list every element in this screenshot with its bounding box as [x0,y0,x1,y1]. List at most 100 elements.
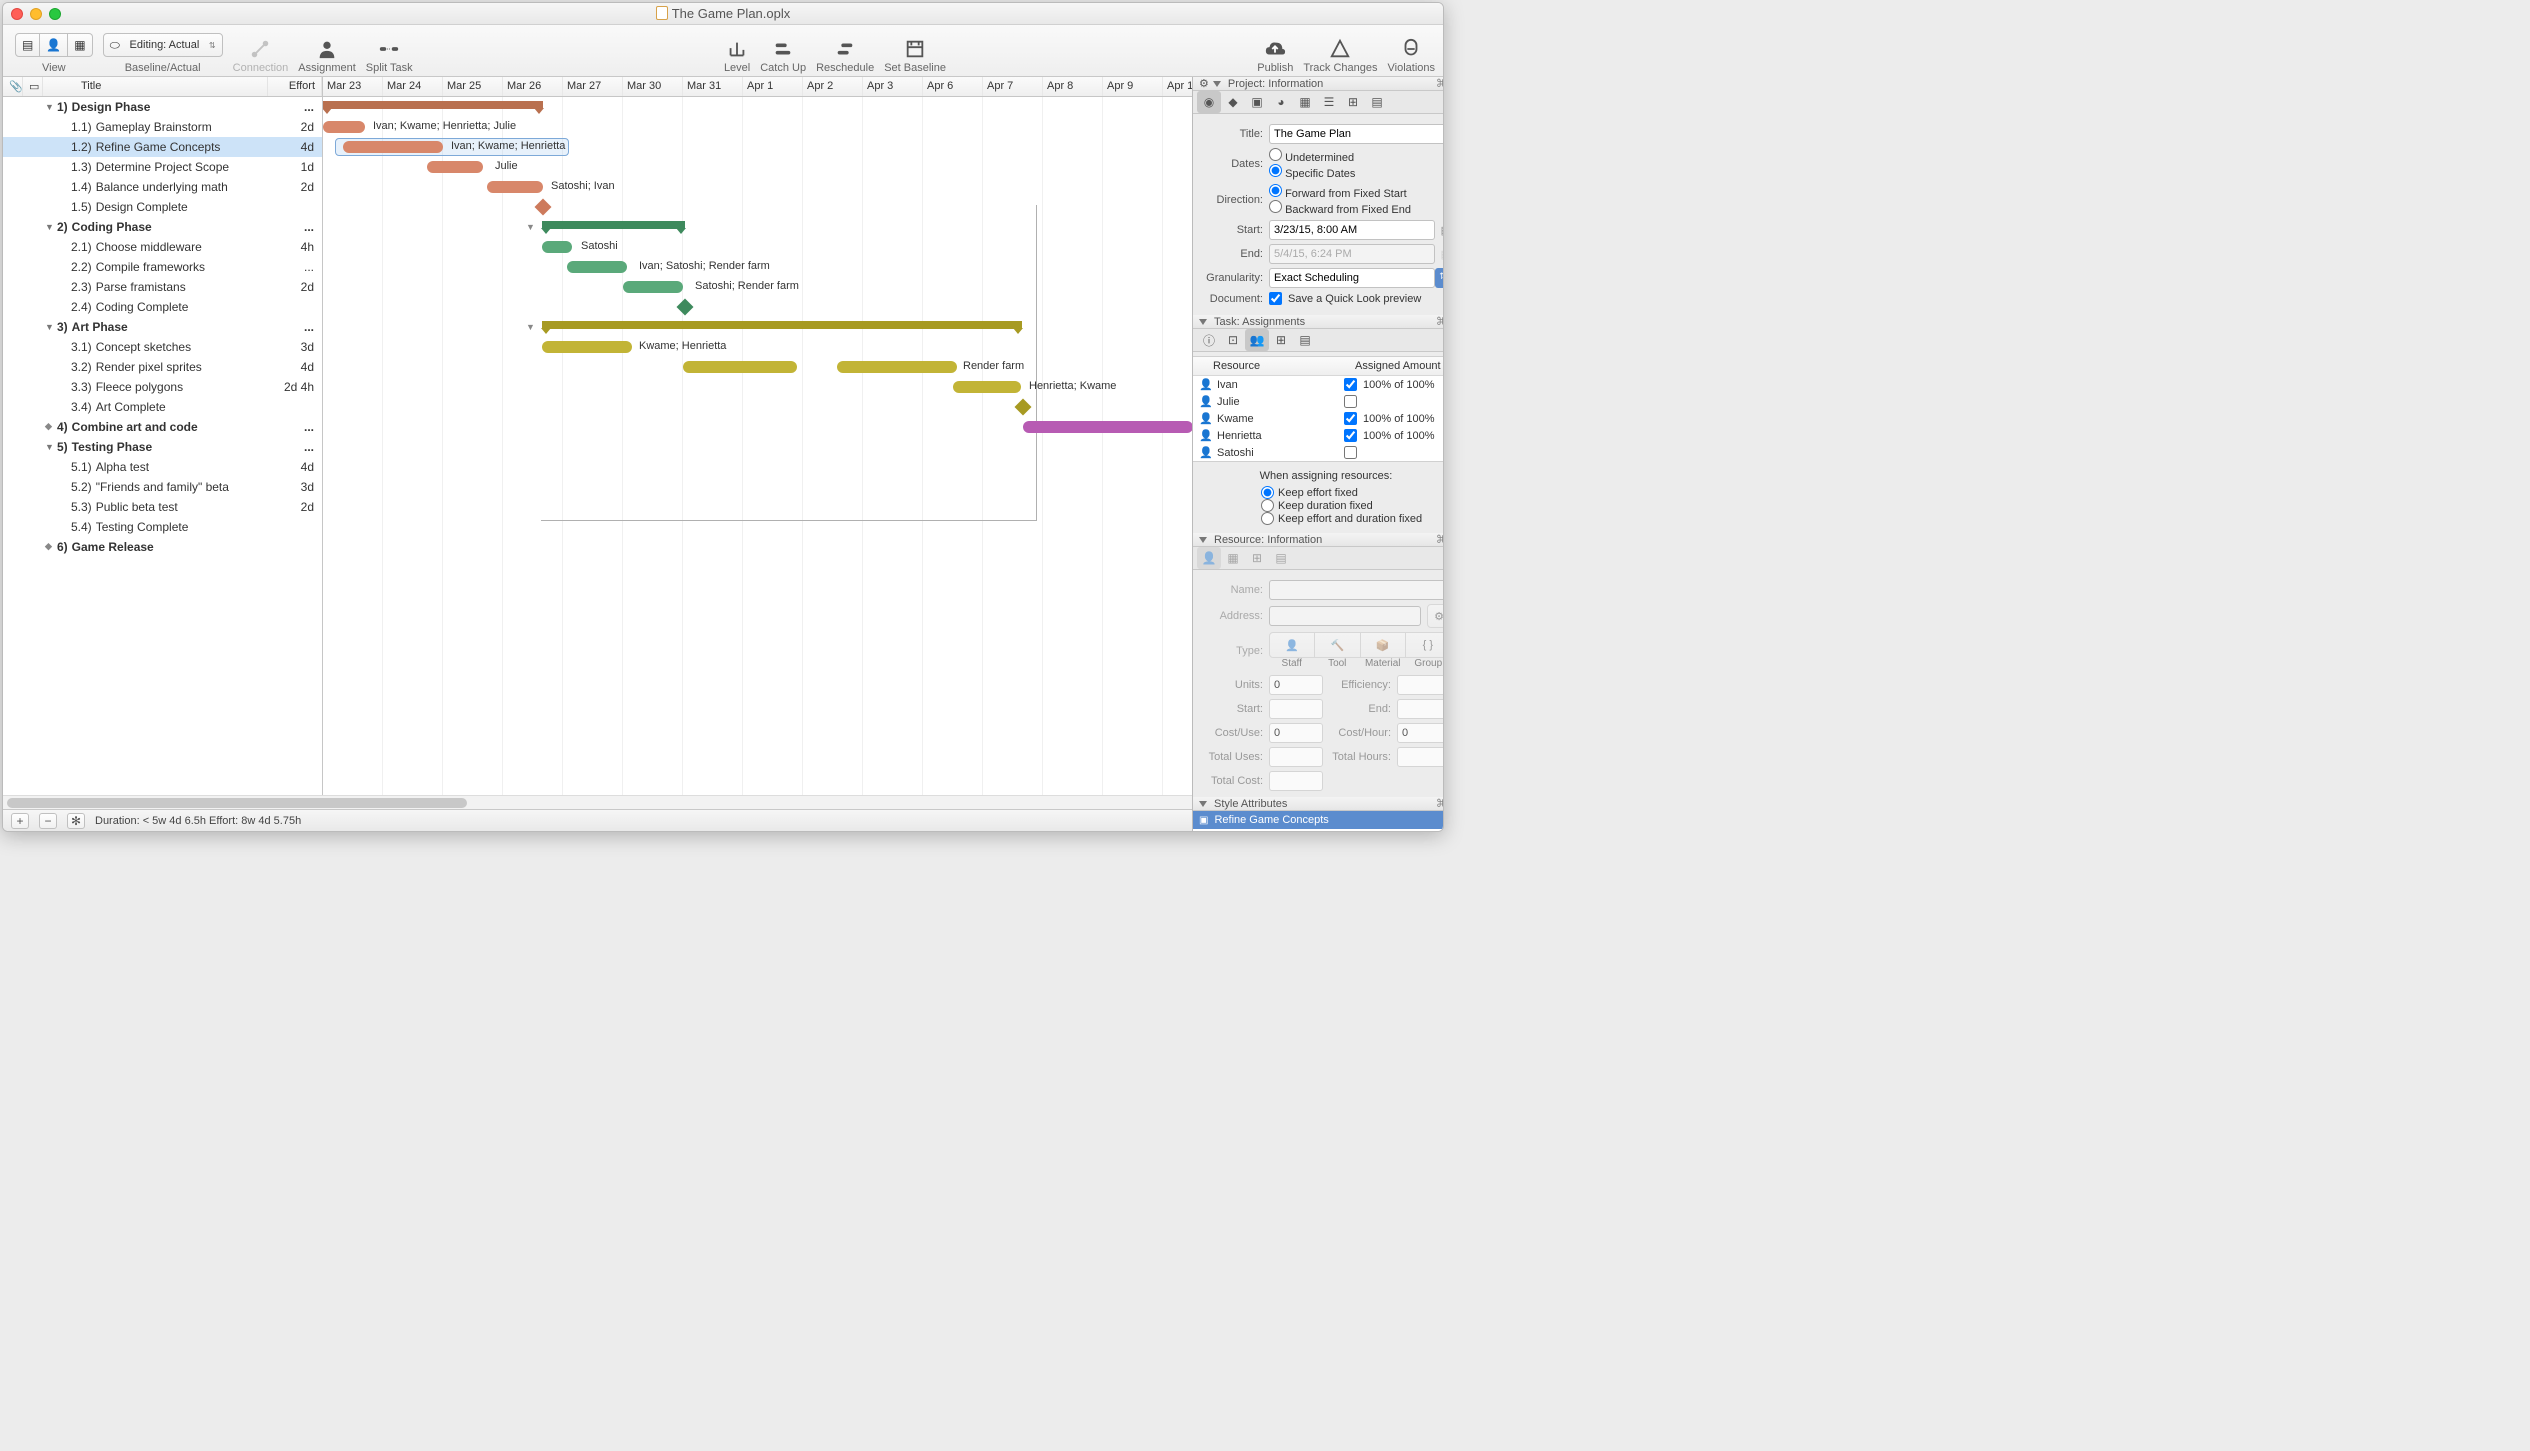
baseline-selector[interactable]: ⬭ Editing: Actual ⇅ [103,33,223,57]
resource-assigned-checkbox[interactable] [1344,378,1357,391]
task-tab-dates[interactable]: ⊡ [1221,329,1245,351]
task-row[interactable]: ▼3)Art Phase... [3,317,322,337]
attach-col-icon[interactable]: 📎 [3,77,23,96]
setbaseline-icon[interactable] [904,38,926,60]
gantt-task-bar[interactable] [542,341,632,353]
resource-tab-custom[interactable]: ⊞ [1245,547,1269,569]
gantt-milestone[interactable] [677,299,694,316]
date-cell[interactable]: Apr 3 [863,77,923,96]
gantt-milestone[interactable] [1015,399,1032,416]
project-tab-colors[interactable]: ◕ [1269,91,1293,113]
resource-assigned-checkbox[interactable] [1344,395,1357,408]
style-attribute-row[interactable]: gantt bar base color Tulip ⊘ [1193,829,1443,831]
gantt-task-bar[interactable] [343,141,443,153]
gantt-group-bar[interactable] [542,321,1022,329]
gantt-task-bar[interactable] [623,281,683,293]
project-title-input[interactable] [1269,124,1443,144]
task-row[interactable]: 5.1)Alpha test4d [3,457,322,477]
gantt-group-bar[interactable] [323,101,543,109]
gantt-task-bar[interactable] [683,361,797,373]
view-calendar-button[interactable]: ▦ [68,33,92,57]
chevron-updown-icon[interactable]: ⇅ [1435,268,1443,288]
date-cell[interactable]: Apr 8 [1043,77,1103,96]
date-cell[interactable]: Mar 23 [323,77,383,96]
resource-row[interactable]: 👤Kwame100% of 100% [1193,410,1443,427]
disclosure-icon[interactable]: ▼ [45,102,57,112]
task-row[interactable]: 5.3)Public beta test2d [3,497,322,517]
gantt-task-bar[interactable] [427,161,483,173]
direction-forward-radio[interactable] [1269,184,1282,197]
scroll-thumb[interactable] [7,798,467,808]
date-cell[interactable]: Mar 31 [683,77,743,96]
keep-duration-radio[interactable] [1261,499,1274,512]
date-cell[interactable]: Mar 26 [503,77,563,96]
resource-tab-schedule[interactable]: ▦ [1221,547,1245,569]
project-tab-custom[interactable]: ▤ [1365,91,1389,113]
project-tab-columns[interactable]: ⊞ [1341,91,1365,113]
task-row[interactable]: 2.1)Choose middleware4h [3,237,322,257]
date-cell[interactable]: Apr 10 [1163,77,1192,96]
close-icon[interactable] [11,8,23,20]
task-row[interactable]: 1.1)Gameplay Brainstorm2d [3,117,322,137]
date-cell[interactable]: Apr 9 [1103,77,1163,96]
task-row[interactable]: 3.4)Art Complete [3,397,322,417]
resource-assigned-checkbox[interactable] [1344,446,1357,459]
date-cell[interactable]: Apr 2 [803,77,863,96]
granularity-select[interactable] [1269,268,1435,288]
task-tab-notes[interactable]: ▤ [1293,329,1317,351]
calendar-picker-icon[interactable]: ▦ [1441,224,1443,237]
keep-effort-radio[interactable] [1261,486,1274,499]
task-row[interactable]: 2.2)Compile frameworks... [3,257,322,277]
dates-specific-radio[interactable] [1269,164,1282,177]
resource-row[interactable]: 👤Satoshi [1193,444,1443,461]
effort-col[interactable]: Effort [268,77,322,96]
gantt-task-bar[interactable] [837,361,957,373]
disclosure-icon[interactable]: ▼ [45,322,57,332]
date-cell[interactable]: Mar 25 [443,77,503,96]
split-task-icon[interactable] [378,38,400,60]
task-header[interactable]: Task: Assignments ⌘1 [1193,315,1443,329]
resource-row[interactable]: 👤Ivan100% of 100% [1193,376,1443,393]
project-tab-wbs[interactable]: ▣ [1245,91,1269,113]
outline-column[interactable]: ▼1)Design Phase...1.1)Gameplay Brainstor… [3,97,323,795]
date-cell[interactable]: Mar 27 [563,77,623,96]
project-tab-info[interactable]: ◉ [1197,91,1221,113]
task-row[interactable]: ◆6)Game Release [3,537,322,557]
resource-row[interactable]: 👤Julie [1193,393,1443,410]
resource-row[interactable]: 👤Henrietta100% of 100% [1193,427,1443,444]
project-header[interactable]: ⚙ Project: Information ⌘4 [1193,77,1443,91]
task-row[interactable]: 3.2)Render pixel sprites4d [3,357,322,377]
disclosure-icon[interactable]: ▼ [45,222,57,232]
publish-icon[interactable] [1264,38,1286,60]
horizontal-scrollbar[interactable] [3,795,1192,809]
project-tab-milestones[interactable]: ◆ [1221,91,1245,113]
task-tab-info[interactable]: ⓘ [1197,329,1221,351]
date-cell[interactable]: Apr 1 [743,77,803,96]
reschedule-icon[interactable] [834,38,856,60]
trackchanges-icon[interactable] [1329,38,1351,60]
gantt-task-bar[interactable] [567,261,627,273]
style-task-name[interactable]: Refine Game Concepts [1214,814,1328,826]
connection-icon[interactable] [249,38,271,60]
assigned-col-header[interactable]: Assigned Amount [1349,357,1443,375]
task-row[interactable]: ▼2)Coding Phase... [3,217,322,237]
task-row[interactable]: 1.2)Refine Game Concepts4d [3,137,322,157]
date-cell[interactable]: Mar 24 [383,77,443,96]
gantt-task-bar[interactable] [953,381,1021,393]
style-header[interactable]: Style Attributes ⌘3 [1193,797,1443,811]
view-resource-button[interactable]: 👤 [40,33,68,57]
minimize-icon[interactable] [30,8,42,20]
resource-assigned-checkbox[interactable] [1344,412,1357,425]
catchup-icon[interactable] [772,38,794,60]
task-row[interactable]: 1.4)Balance underlying math2d [3,177,322,197]
keep-both-radio[interactable] [1261,512,1274,525]
level-icon[interactable] [726,38,748,60]
gantt-task-bar[interactable] [1023,421,1192,433]
resource-header[interactable]: Resource: Information ⌘2 [1193,533,1443,547]
note-col-icon[interactable]: ▭ [23,77,43,96]
action-button[interactable]: ✻ [67,813,85,829]
gantt-task-bar[interactable] [487,181,543,193]
task-row[interactable]: 2.4)Coding Complete [3,297,322,317]
violations-icon[interactable] [1400,38,1422,60]
task-row[interactable]: ▼5)Testing Phase... [3,437,322,457]
